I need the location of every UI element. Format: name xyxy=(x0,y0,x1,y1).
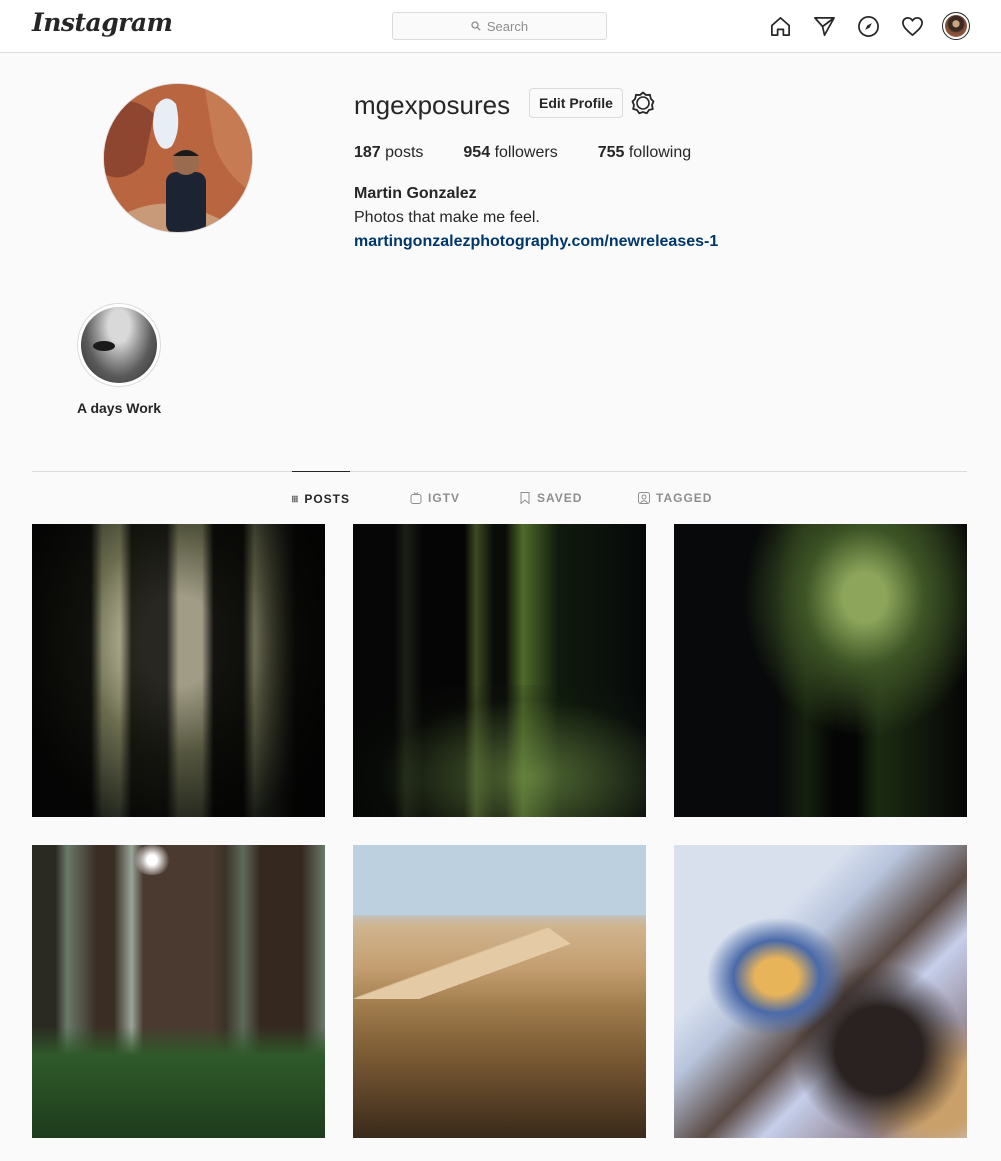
search-icon xyxy=(471,21,481,31)
post-thumbnail-5[interactable] xyxy=(353,845,646,1138)
followers-label: followers xyxy=(494,144,558,161)
grid-icon xyxy=(292,495,299,502)
posts-count: 187 xyxy=(354,144,381,161)
profile-avatar[interactable] xyxy=(103,83,253,233)
story-highlight[interactable] xyxy=(77,303,161,387)
highlight-cover-image xyxy=(81,307,157,383)
search-placeholder: Search xyxy=(486,18,529,34)
tab-tagged-label: TAGGED xyxy=(656,491,713,505)
profile-website-link[interactable]: martingonzalezphotography.com/newrelease… xyxy=(354,233,718,251)
posts-label: posts xyxy=(385,144,424,161)
tagged-person-icon xyxy=(638,492,650,504)
tab-igtv-label: IGTV xyxy=(428,491,461,505)
post-thumbnail-6[interactable] xyxy=(674,845,967,1138)
explore-compass-icon[interactable] xyxy=(856,14,880,38)
profile-bio: Photos that make me feel. xyxy=(354,209,540,226)
profile-photo xyxy=(104,84,252,232)
post-thumbnail-4[interactable] xyxy=(32,845,325,1138)
search-input[interactable]: Search xyxy=(392,12,607,40)
posts-stat: 187 posts xyxy=(354,144,423,162)
avatar-image xyxy=(945,15,967,37)
tab-posts[interactable]: POSTS xyxy=(292,471,350,525)
settings-gear-icon[interactable] xyxy=(631,91,655,115)
followers-stat[interactable]: 954 followers xyxy=(463,144,557,162)
post-thumbnail-3[interactable] xyxy=(674,524,967,817)
tab-saved-label: SAVED xyxy=(537,491,583,505)
tab-posts-label: POSTS xyxy=(304,491,350,506)
post-thumbnail-2[interactable] xyxy=(353,524,646,817)
highlight-label: A days Work xyxy=(76,400,162,416)
tabs-divider xyxy=(32,471,967,472)
following-label: following xyxy=(628,144,692,161)
edit-profile-button[interactable]: Edit Profile xyxy=(529,88,623,118)
direct-message-icon[interactable] xyxy=(812,14,836,38)
bookmark-icon xyxy=(520,492,530,504)
nav-profile-avatar[interactable] xyxy=(942,12,970,40)
followers-count: 954 xyxy=(463,144,491,161)
following-stat[interactable]: 755 following xyxy=(598,144,691,162)
tab-saved[interactable]: SAVED xyxy=(519,471,582,525)
igtv-icon xyxy=(410,492,422,504)
top-nav-bar: Instagram Search xyxy=(0,0,1001,53)
activity-heart-icon[interactable] xyxy=(900,14,924,38)
post-thumbnail-1[interactable] xyxy=(32,524,325,817)
tab-igtv[interactable]: IGTV xyxy=(410,471,460,525)
instagram-logo[interactable]: Instagram xyxy=(32,8,173,37)
profile-stats: 187 posts 954 followers 755 following xyxy=(354,144,731,162)
profile-full-name: Martin Gonzalez xyxy=(354,185,477,202)
following-count: 755 xyxy=(597,144,625,161)
tab-tagged[interactable]: TAGGED xyxy=(638,471,712,525)
profile-username: mgexposures xyxy=(354,90,511,120)
home-icon[interactable] xyxy=(768,14,792,38)
